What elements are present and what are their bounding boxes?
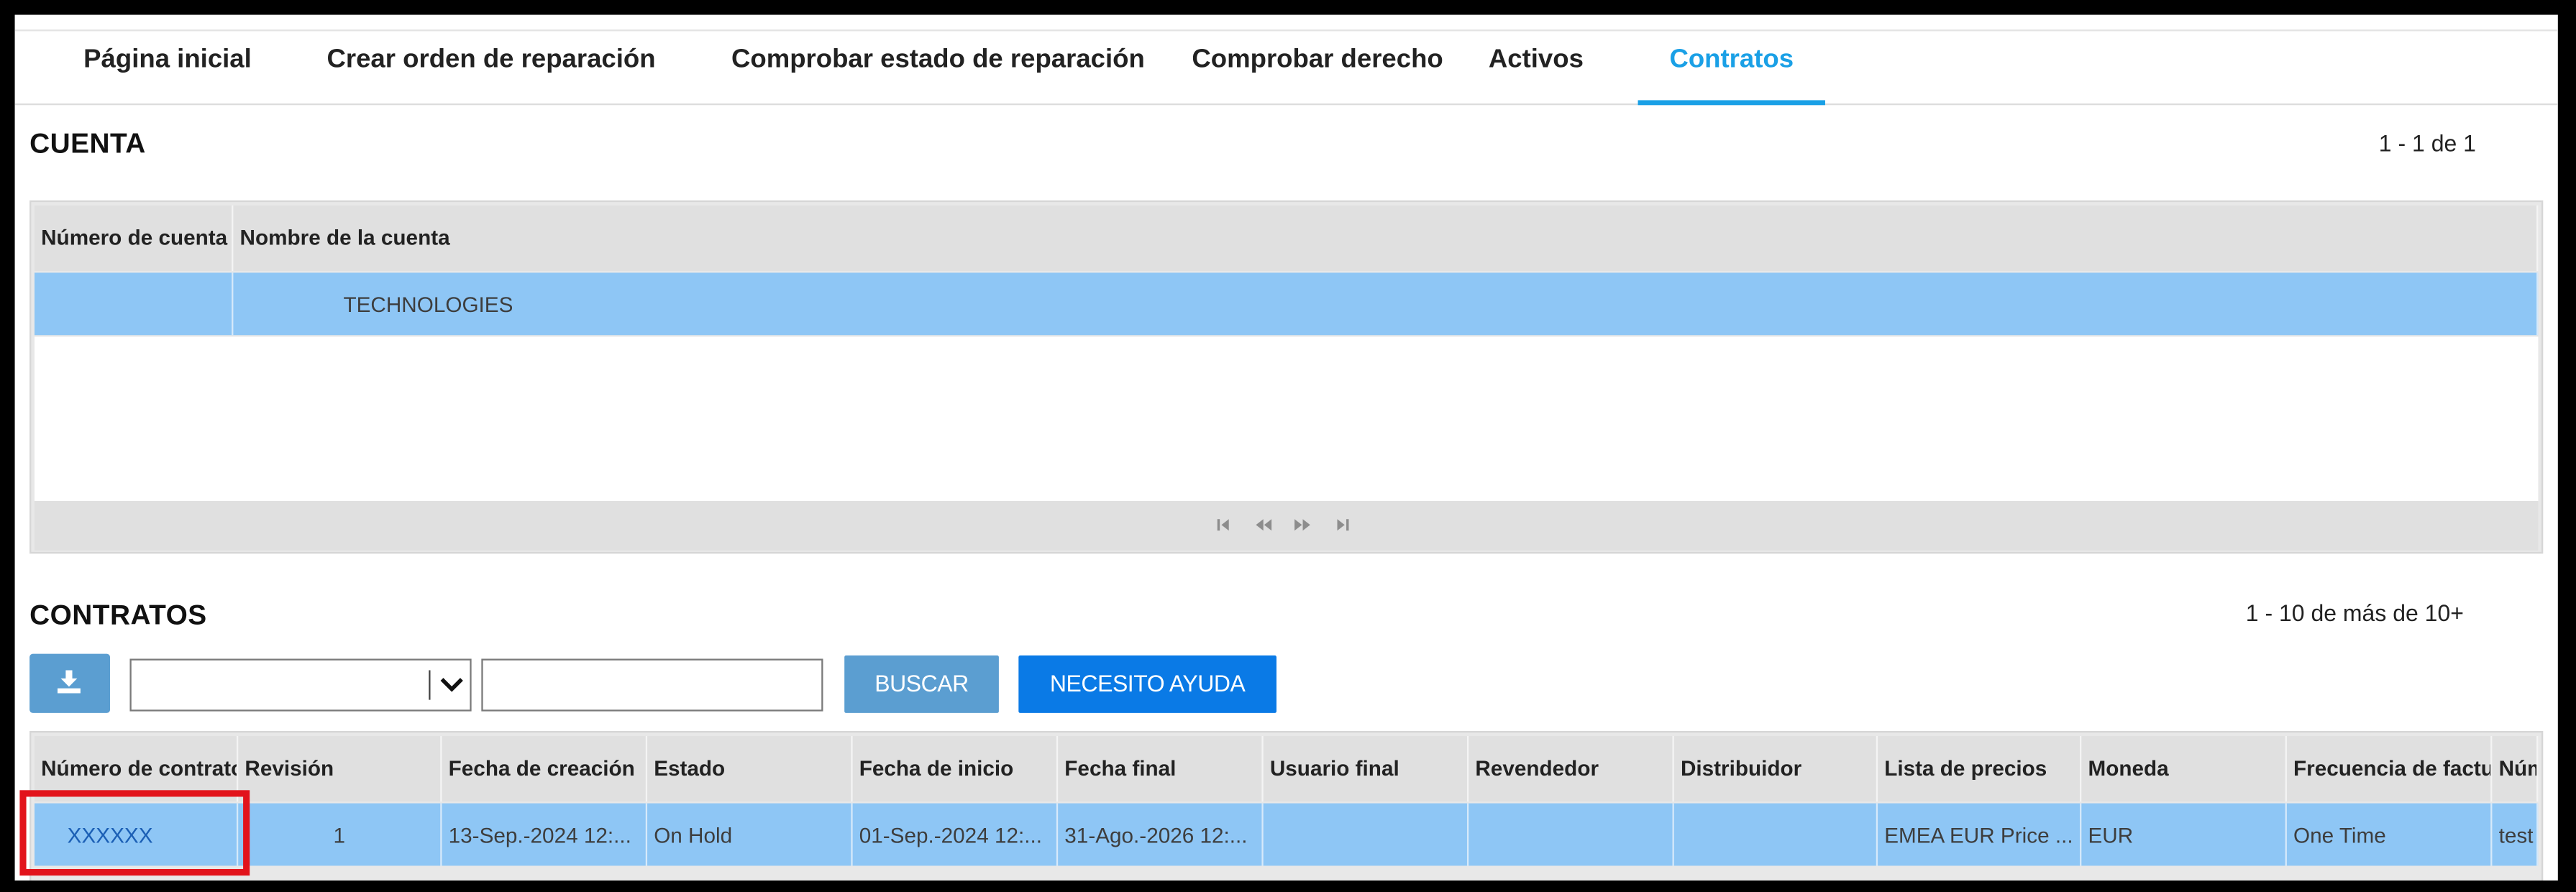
end-user-cell — [1264, 803, 1469, 866]
column-header-price-list[interactable]: Lista de precios — [1878, 735, 2082, 802]
column-header-end-date[interactable]: Fecha final — [1058, 735, 1264, 802]
contracts-grid-header: Número de contrato Revisión Fecha de cre… — [34, 735, 2539, 802]
column-header-distributor[interactable]: Distribuidor — [1674, 735, 1878, 802]
account-number-cell — [35, 272, 234, 336]
search-button[interactable]: BUSCAR — [844, 655, 999, 713]
contract-number-link[interactable]: XXXXXX — [68, 823, 153, 847]
table-row[interactable]: XXXXXX 1 13-Sep.-2024 12:... On Hold 01-… — [34, 803, 2539, 866]
filter-dropdown[interactable] — [129, 658, 472, 712]
revision-cell: 1 — [238, 803, 442, 866]
search-input[interactable] — [481, 658, 823, 712]
download-icon — [57, 670, 81, 694]
account-grid-pagination — [34, 501, 2539, 551]
billing-frequency-cell: One Time — [2287, 803, 2493, 866]
main-tab-bar: Página inicial Crear orden de reparación… — [14, 29, 2558, 106]
first-page-icon[interactable] — [1214, 518, 1233, 534]
column-header-account-name[interactable]: Nombre de la cuenta — [233, 205, 2539, 272]
tab-activos[interactable]: Activos — [1451, 31, 1622, 105]
account-name-cell: TECHNOLOGIES — [233, 272, 2539, 336]
num-cell: test — [2492, 803, 2539, 866]
contracts-grid: Número de contrato Revisión Fecha de cre… — [29, 731, 2544, 881]
next-page-icon[interactable] — [1293, 518, 1312, 534]
price-list-cell: EMEA EUR Price ... — [1878, 803, 2082, 866]
account-grid-empty-area — [34, 336, 2539, 502]
previous-page-icon[interactable] — [1253, 518, 1273, 534]
last-page-icon[interactable] — [1333, 518, 1352, 534]
contract-number-cell[interactable]: XXXXXX — [35, 803, 239, 866]
distributor-cell — [1674, 803, 1878, 866]
column-header-contract-number[interactable]: Número de contrato — [35, 735, 239, 802]
tab-crear-orden[interactable]: Crear orden de reparación — [291, 31, 691, 105]
column-header-end-user[interactable]: Usuario final — [1264, 735, 1469, 802]
contracts-section-title: CONTRATOS — [29, 599, 207, 631]
reseller-cell — [1469, 803, 1674, 866]
tab-contratos[interactable]: Contratos — [1638, 31, 1825, 106]
account-section-title: CUENTA — [29, 128, 146, 160]
column-header-status[interactable]: Estado — [647, 735, 853, 802]
column-header-currency[interactable]: Moneda — [2081, 735, 2287, 802]
column-header-start-date[interactable]: Fecha de inicio — [853, 735, 1059, 802]
column-header-reseller[interactable]: Revendedor — [1469, 735, 1674, 802]
end-date-cell: 31-Ago.-2026 12:... — [1058, 803, 1264, 866]
chevron-down-icon — [440, 678, 463, 692]
account-grid-header: Número de cuenta Nombre de la cuenta — [34, 205, 2539, 272]
contracts-pager-info: 1 - 10 de más de 10+ — [2245, 599, 2464, 626]
account-pager-info: 1 - 1 de 1 — [2378, 129, 2476, 157]
created-cell: 13-Sep.-2024 12:... — [442, 803, 648, 866]
help-button[interactable]: NECESITO AYUDA — [1018, 655, 1276, 713]
start-date-cell: 01-Sep.-2024 12:... — [853, 803, 1059, 866]
tab-comprobar-estado[interactable]: Comprobar estado de reparación — [692, 31, 1184, 105]
download-button[interactable] — [29, 653, 111, 713]
dropdown-separator — [429, 670, 431, 700]
column-header-revision[interactable]: Revisión — [238, 735, 442, 802]
tab-pagina-inicial[interactable]: Página inicial — [45, 31, 291, 105]
currency-cell: EUR — [2081, 803, 2287, 866]
app-window: Página inicial Crear orden de reparación… — [14, 14, 2558, 881]
tab-comprobar-derecho[interactable]: Comprobar derecho — [1184, 31, 1451, 105]
column-header-billing-frequency[interactable]: Frecuencia de factu — [2287, 735, 2493, 802]
column-header-account-number[interactable]: Número de cuenta — [35, 205, 234, 272]
column-header-created[interactable]: Fecha de creación — [442, 735, 648, 802]
column-header-num[interactable]: Núm — [2492, 735, 2539, 802]
table-row[interactable]: TECHNOLOGIES — [34, 272, 2539, 336]
account-grid: Número de cuenta Nombre de la cuenta TEC… — [29, 200, 2544, 554]
status-cell: On Hold — [647, 803, 853, 866]
